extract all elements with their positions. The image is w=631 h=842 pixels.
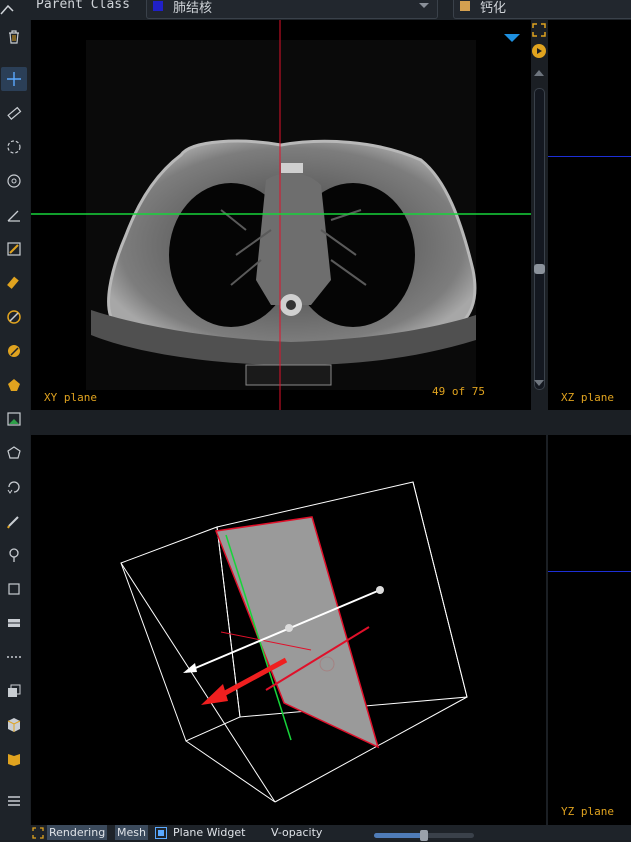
box-select-icon[interactable]: [1, 577, 27, 601]
scroll-down-arrow-icon[interactable]: [534, 380, 544, 386]
view-separator[interactable]: [31, 410, 631, 435]
class-selector[interactable]: 肺结核: [146, 0, 438, 19]
eraser-icon[interactable]: [1, 271, 27, 295]
yz-view[interactable]: YZ plane: [548, 435, 631, 825]
3d-render: [120, 481, 468, 803]
book-icon[interactable]: [1, 747, 27, 771]
xz-plane-label: XZ plane: [561, 391, 614, 404]
slice-index-label: 49 of 75: [432, 385, 485, 398]
rendering-toggle[interactable]: Rendering: [47, 825, 108, 840]
ruler-icon[interactable]: [1, 101, 27, 125]
menu-icon[interactable]: [1, 789, 27, 813]
scrollbar-thumb[interactable]: [534, 264, 545, 274]
xy-plane-label: XY plane: [44, 391, 97, 404]
plane-widget-checkbox[interactable]: [155, 827, 167, 839]
fill-icon[interactable]: [1, 339, 27, 363]
left-toolbar: [0, 20, 30, 840]
image-annotate-icon[interactable]: [1, 407, 27, 431]
redo-lasso-icon[interactable]: [1, 475, 27, 499]
xz-crosshair-line: [548, 156, 631, 157]
target-icon[interactable]: [1, 169, 27, 193]
status-bar: Rendering Mesh Plane Widget V-opacity: [30, 825, 631, 841]
v-opacity-slider-handle[interactable]: [420, 830, 428, 841]
3d-view[interactable]: [31, 435, 546, 825]
v-opacity-slider-fill: [374, 833, 424, 838]
copy-icon[interactable]: [1, 679, 27, 703]
angle-icon[interactable]: [1, 203, 27, 227]
pen-icon[interactable]: [1, 509, 27, 533]
parent-class-label: Parent Class: [36, 0, 130, 12]
sub-class-selector[interactable]: 钙化: [453, 0, 631, 19]
plane-widget: [214, 516, 380, 749]
magic-wand-icon[interactable]: [1, 305, 27, 329]
xz-view[interactable]: XZ plane: [548, 20, 631, 410]
scrollbar-track[interactable]: [534, 88, 545, 390]
sub-class-color-swatch: [460, 1, 470, 11]
crosshair-icon[interactable]: [1, 67, 27, 91]
class-selector-value: 肺结核: [173, 1, 213, 16]
ct-slice-image: [31, 20, 531, 410]
trash-icon[interactable]: [1, 25, 27, 49]
chevron-down-icon[interactable]: [419, 3, 429, 8]
image-edit-icon[interactable]: [1, 237, 27, 261]
xy-view[interactable]: XY plane 49 of 75: [31, 20, 531, 410]
scroll-up-arrow-icon[interactable]: [534, 70, 544, 76]
top-bar: Parent Class 肺结核 钙化: [0, 0, 631, 20]
v-opacity-slider[interactable]: [374, 830, 474, 841]
yz-crosshair-line: [548, 571, 631, 572]
yz-plane-label: YZ plane: [561, 805, 614, 818]
sub-class-selector-value: 钙化: [480, 1, 507, 16]
cube-icon[interactable]: [1, 713, 27, 737]
view-menu-dropdown-icon[interactable]: [504, 34, 520, 42]
class-color-swatch: [153, 1, 163, 11]
fullscreen-icon[interactable]: [532, 22, 546, 41]
layers-icon[interactable]: [1, 611, 27, 635]
plane-widget-label: Plane Widget: [173, 826, 246, 839]
slice-scrollbar[interactable]: [531, 20, 548, 410]
dashed-line-icon[interactable]: [1, 645, 27, 669]
lasso-icon[interactable]: [1, 441, 27, 465]
pin-icon[interactable]: [1, 543, 27, 567]
mesh-toggle[interactable]: Mesh: [115, 825, 148, 840]
circle-select-icon[interactable]: [1, 135, 27, 159]
v-opacity-label: V-opacity: [271, 826, 323, 839]
play-icon[interactable]: [532, 43, 546, 62]
app-icon: [0, 0, 14, 15]
polygon-fill-icon[interactable]: [1, 373, 27, 397]
